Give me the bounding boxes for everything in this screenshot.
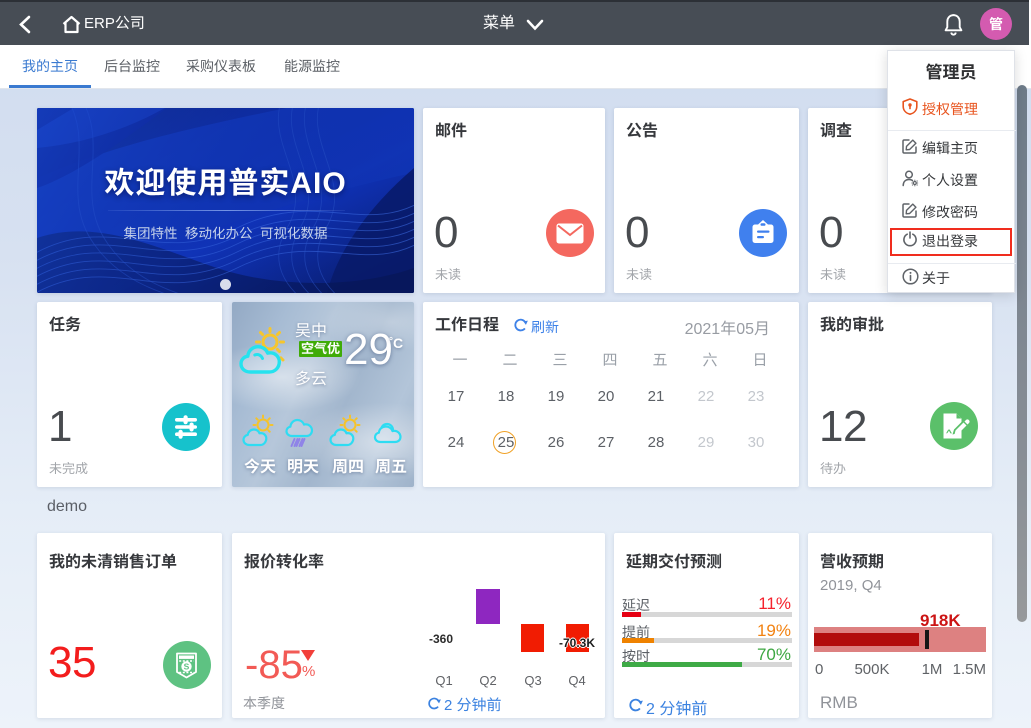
svg-text:S: S xyxy=(184,662,190,672)
